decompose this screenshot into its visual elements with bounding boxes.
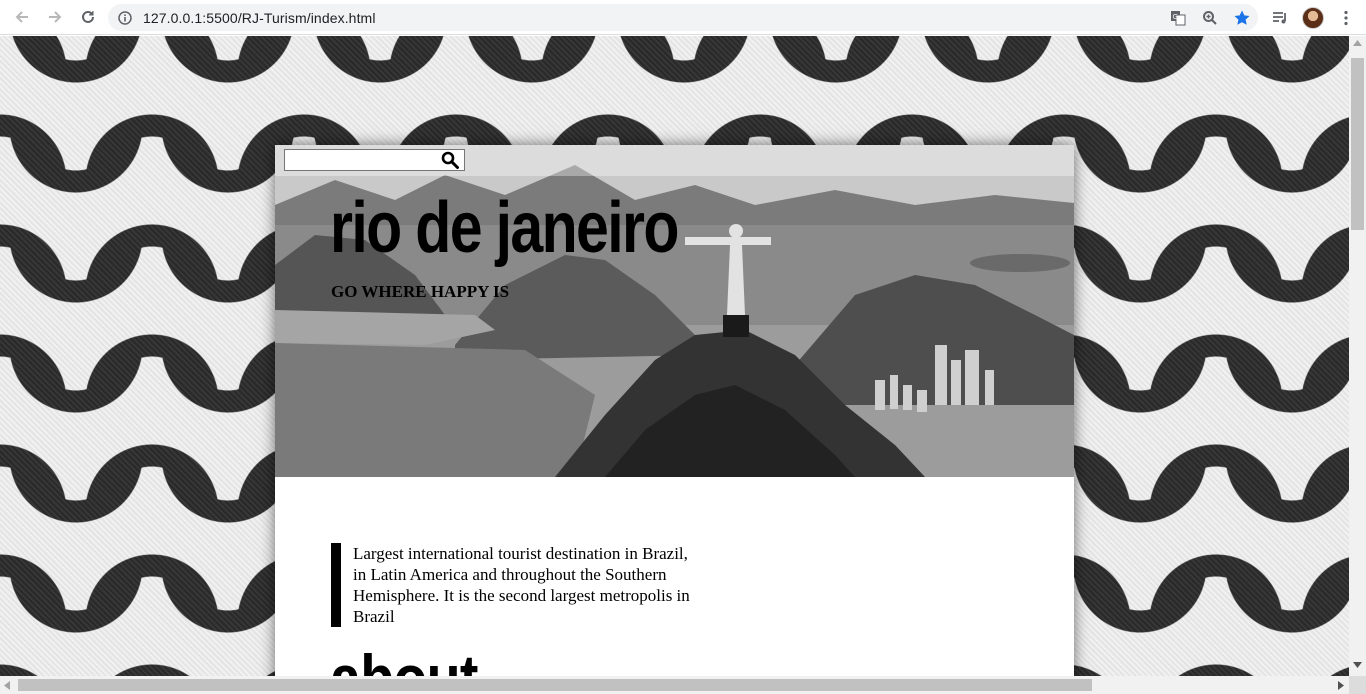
scroll-left-arrow-icon[interactable]: [4, 681, 10, 690]
page-title: rio de janeiro: [330, 188, 679, 268]
intro-quote: Largest international tourist destinatio…: [331, 543, 691, 627]
scroll-up-arrow-icon[interactable]: [1353, 40, 1362, 46]
forward-arrow-icon: [49, 11, 62, 23]
profile-avatar[interactable]: [1296, 0, 1329, 35]
browser-toolbar: 127.0.0.1:5500/RJ-Turism/index.html G: [0, 0, 1366, 35]
scroll-down-arrow-icon[interactable]: [1353, 662, 1362, 668]
page-tagline: GO WHERE HAPPY IS: [331, 282, 510, 301]
bookmark-star-icon[interactable]: [1226, 4, 1258, 31]
url-text[interactable]: 127.0.0.1:5500/RJ-Turism/index.html: [143, 10, 376, 26]
search-icon[interactable]: [441, 151, 459, 169]
about-heading: about: [330, 639, 478, 676]
horizontal-scrollbar[interactable]: [0, 676, 1349, 694]
translate-icon[interactable]: G: [1162, 4, 1194, 31]
horizontal-scroll-thumb[interactable]: [18, 679, 1092, 691]
reload-button[interactable]: [72, 1, 104, 33]
forward-button[interactable]: [39, 1, 71, 33]
vertical-scroll-thumb[interactable]: [1351, 58, 1364, 230]
more-vert-icon[interactable]: [1329, 0, 1362, 35]
zoom-icon[interactable]: [1194, 4, 1226, 31]
scroll-right-arrow-icon[interactable]: [1338, 681, 1344, 690]
page-card: rio de janeiro GO WHERE HAPPY IS Largest…: [275, 145, 1074, 676]
search-input[interactable]: [284, 149, 465, 171]
back-button[interactable]: [6, 1, 38, 33]
info-icon[interactable]: [117, 10, 133, 26]
vertical-scrollbar[interactable]: [1349, 36, 1366, 676]
hero-banner: rio de janeiro GO WHERE HAPPY IS: [275, 145, 1074, 477]
address-bar[interactable]: 127.0.0.1:5500/RJ-Turism/index.html G: [108, 4, 1258, 31]
avatar: [1301, 6, 1324, 29]
page-viewport: rio de janeiro GO WHERE HAPPY IS Largest…: [0, 36, 1349, 676]
media-playlist-icon[interactable]: [1263, 0, 1296, 35]
scrollbar-corner: [1349, 676, 1366, 694]
reload-icon: [82, 10, 94, 23]
svg-text:G: G: [1173, 13, 1178, 21]
back-arrow-icon: [15, 11, 28, 23]
